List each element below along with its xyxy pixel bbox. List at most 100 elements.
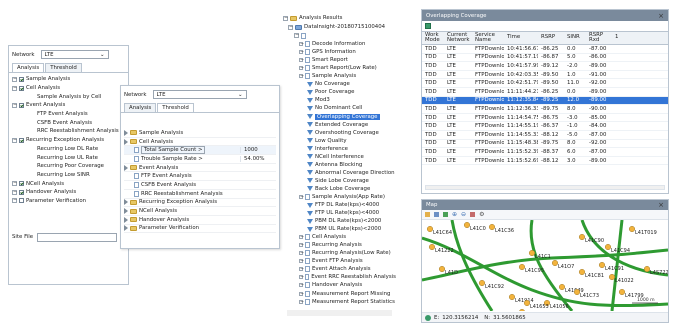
collapse-icon[interactable]: − [12, 198, 17, 204]
pan-icon[interactable] [434, 212, 439, 217]
table-row[interactable]: TDD LTE FTPDownload10:41:57.192-86.87 5.0 -8… [422, 54, 668, 63]
tree-root[interactable]: − Analysis Results [283, 14, 396, 23]
result-tree-item[interactable]: − Event FTP Analysis [283, 257, 396, 265]
collapse-icon[interactable]: − [12, 137, 17, 143]
result-tree-item[interactable]: − Recurring Analysis [283, 241, 396, 249]
zoom-in-icon[interactable]: ⊕ [452, 211, 457, 218]
collapse-icon[interactable]: − [12, 76, 17, 82]
checklist-item[interactable]: Sample Analysis by Cell [12, 92, 125, 101]
threshold-row[interactable]: NCell Analysis [124, 207, 276, 216]
table-row[interactable]: TDD LTE FTPDownload11:15:48.382-89.75 8.0 -9… [422, 140, 668, 149]
checkbox[interactable] [19, 102, 24, 108]
threshold-row[interactable]: Trouble Sample Rate > 54.00% [124, 155, 276, 164]
result-tree-item[interactable]: − Smart Report(Low Rate) [283, 64, 396, 72]
collapse-icon[interactable]: − [288, 24, 293, 30]
threshold-row[interactable]: Total Sample Count > 1000 [124, 146, 276, 156]
checklist-item[interactable]: RRC Reestablishment Analysis [12, 127, 125, 136]
close-icon[interactable]: × [658, 201, 664, 209]
checklist-item[interactable]: − Event Analysis [12, 101, 125, 110]
measure-icon[interactable] [470, 212, 476, 217]
column-header[interactable]: RSRP Rxd [586, 32, 612, 44]
checklist-item[interactable]: Recurring Low DL Rate [12, 145, 125, 154]
collapse-icon[interactable]: − [12, 181, 17, 187]
threshold-row[interactable]: Cell Analysis [124, 138, 276, 147]
horizontal-scrollbar[interactable] [425, 185, 665, 190]
result-tree-item[interactable]: FTP DL Rate(kps)<4000 [283, 201, 396, 209]
result-tree-item[interactable]: Mod3 [283, 96, 396, 104]
collapse-icon[interactable]: − [12, 189, 17, 195]
export-icon[interactable] [425, 23, 431, 29]
table-row[interactable]: TDD LTE FTPDownload11:14:54.751-86.75 -3.0 -… [422, 114, 668, 123]
column-header[interactable]: RSRP [538, 35, 564, 41]
expand-arrow-icon[interactable] [124, 216, 128, 223]
result-tree-item[interactable]: − Measurement Report Missing [283, 290, 396, 298]
result-tree-item[interactable]: No Coverage [283, 80, 396, 88]
column-header[interactable]: 1 [612, 35, 620, 41]
column-header[interactable]: Service Name [472, 32, 504, 44]
checklist-item[interactable]: CSFB Event Analysis [12, 118, 125, 127]
table-row[interactable]: TDD LTE FTPDownload11:14:55.197-86.37 -1.0 -… [422, 122, 668, 131]
result-tree-item[interactable]: Poor Coverage [283, 88, 396, 96]
select-icon[interactable] [425, 212, 430, 217]
result-tree-item[interactable]: − Decode Information [283, 40, 396, 48]
expand-arrow-icon[interactable] [124, 225, 128, 232]
network-select[interactable]: LTE ⌄ [40, 50, 109, 59]
checklist-item[interactable]: − Cell Analysis [12, 84, 125, 93]
collapse-icon[interactable]: − [299, 243, 304, 248]
table-row[interactable]: TDD LTE FTPDownload11:11:44.212-86.25 0.0 -8… [422, 88, 668, 97]
checkbox[interactable] [19, 76, 24, 82]
result-tree-item[interactable]: − GPS Information [283, 48, 396, 56]
result-tree-item[interactable]: NCell Interference [283, 153, 396, 161]
result-tree-item[interactable]: − Cell Analysis [283, 233, 396, 241]
result-tree-item[interactable]: Overlapping Coverage [283, 112, 396, 120]
column-header[interactable]: Work Mode [422, 32, 444, 44]
collapse-icon[interactable]: − [283, 15, 288, 21]
result-tree-item[interactable]: − Event Attach Analysis [283, 265, 396, 273]
table-row[interactable]: TDD LTE FTPDownload10:41:57.996-89.12 -2.0 -… [422, 62, 668, 71]
collapse-icon[interactable]: − [12, 102, 17, 108]
layer-icon[interactable] [443, 212, 448, 217]
result-tree-item[interactable]: − Event RRC Reestablish Analysis [283, 273, 396, 281]
collapse-icon[interactable]: − [299, 283, 304, 288]
result-tree-item[interactable]: FTP UL Rate(kps)<4000 [283, 209, 396, 217]
collapse-icon[interactable]: − [299, 194, 304, 199]
checkbox[interactable] [19, 198, 24, 204]
result-tree-item[interactable]: − Recurring Analysis(Low Rate) [283, 249, 396, 257]
checklist-item[interactable]: − Handover Analysis [12, 188, 125, 197]
table-row[interactable]: TDD LTE FTPDownload10:42:03.350-89.50 1.0 -9… [422, 71, 668, 80]
result-tree-item[interactable]: Abnormal Coverage Direction [283, 169, 396, 177]
result-tree-item[interactable]: − Measurement Report Statistics [283, 298, 396, 306]
settings-icon[interactable]: ⚙ [479, 211, 484, 218]
threshold-row[interactable]: Handover Analysis [124, 216, 276, 225]
result-tree-item[interactable]: Back Lobe Coverage [283, 185, 396, 193]
threshold-row[interactable]: RRC Reestablishment Analysis [124, 190, 276, 199]
threshold-value[interactable]: 54.00% [240, 155, 276, 162]
table-row[interactable]: TDD LTE FTPDownload10:42:51.793-89.50 11.0 -… [422, 79, 668, 88]
result-tree-item[interactable]: PBM DL Rate(kps)<2000 [283, 217, 396, 225]
collapse-icon[interactable]: − [299, 275, 304, 280]
result-tree-item[interactable]: Low Quality [283, 137, 396, 145]
checkbox[interactable] [19, 137, 24, 143]
checklist-item[interactable]: Recurring Poor Coverage [12, 162, 125, 171]
table-row[interactable]: TDD LTE FTPDownload10:41:56.672-86.25 0.0 -8… [422, 45, 668, 54]
collapse-icon[interactable]: − [299, 251, 304, 256]
table-row[interactable]: TDD LTE FTPDownload11:15:52.399-88.37 6.0 -8… [422, 148, 668, 157]
close-icon[interactable]: × [658, 12, 664, 20]
checklist-item[interactable]: − Parameter Verification [12, 197, 125, 206]
expand-arrow-icon[interactable] [124, 138, 128, 145]
threshold-row[interactable]: Event Analysis [124, 164, 276, 173]
result-tree-item[interactable]: Interference [283, 145, 396, 153]
expand-arrow-icon[interactable] [124, 164, 128, 171]
zoom-out-icon[interactable]: ⊖ [461, 211, 466, 218]
collapse-icon[interactable]: − [299, 58, 304, 63]
collapse-icon[interactable]: − [299, 259, 304, 264]
collapse-icon[interactable]: − [299, 299, 304, 304]
checklist-item[interactable]: Recurring Low SINR [12, 171, 125, 180]
result-tree-item[interactable]: − Smart Report [283, 56, 396, 64]
tree-node[interactable]: − [283, 31, 396, 40]
collapse-icon[interactable]: − [299, 235, 304, 240]
threshold-row[interactable]: CSFB Event Analysis [124, 181, 276, 190]
expand-arrow-icon[interactable] [124, 199, 128, 206]
threshold-value[interactable]: 1000 [240, 147, 276, 154]
checkbox[interactable] [19, 189, 24, 195]
